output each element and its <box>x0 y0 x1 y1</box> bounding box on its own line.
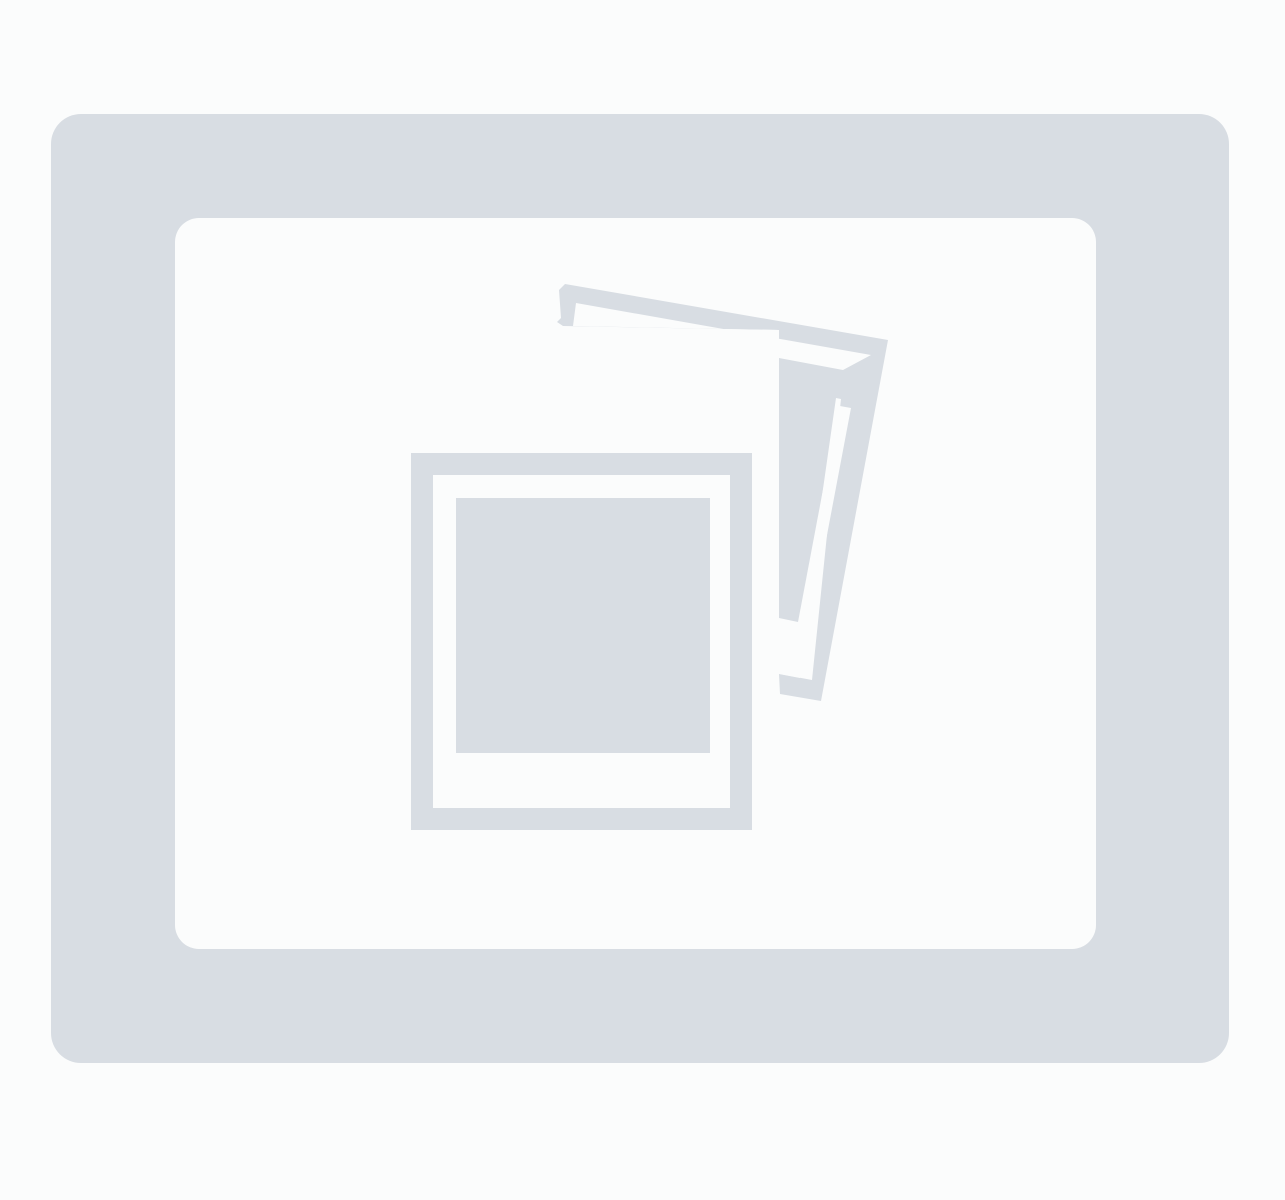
placeholder-panel <box>175 218 1096 949</box>
photos-placeholder-icon <box>175 218 1096 949</box>
image-placeholder-canvas <box>0 0 1285 1200</box>
front-photo-icon <box>411 453 752 830</box>
placeholder-frame <box>51 114 1229 1063</box>
